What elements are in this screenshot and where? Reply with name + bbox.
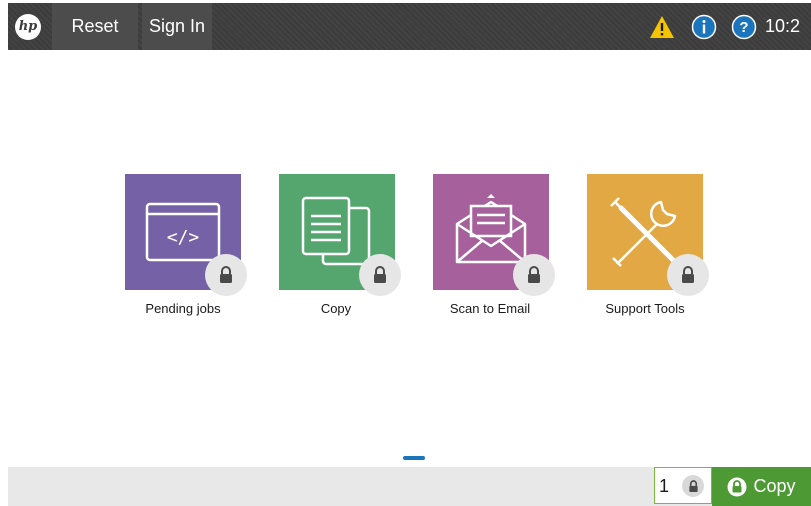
lock-icon xyxy=(682,475,704,497)
app-tile-pending-jobs[interactable]: </> xyxy=(125,174,247,296)
clock: 10:2 xyxy=(765,16,801,36)
svg-text:</>: </> xyxy=(167,227,200,248)
sign-in-button[interactable]: Sign In xyxy=(142,3,212,50)
lock-icon xyxy=(513,254,555,296)
app-tile-copy[interactable] xyxy=(279,174,401,296)
info-icon[interactable] xyxy=(691,14,717,40)
lock-icon xyxy=(727,477,747,496)
copies-count: 1 xyxy=(659,476,670,496)
lock-icon xyxy=(667,254,709,296)
warning-icon[interactable] xyxy=(649,14,675,40)
screen-bezel xyxy=(0,0,8,506)
app-tile-scan-to-email[interactable] xyxy=(433,174,555,296)
app-label-support-tools[interactable]: Support Tools xyxy=(570,301,720,316)
app-label-scan-to-email[interactable]: Scan to Email xyxy=(415,301,565,316)
app-label-copy[interactable]: Copy xyxy=(261,301,411,316)
copy-start-button[interactable]: Copy xyxy=(712,467,811,506)
app-tile-support-tools[interactable] xyxy=(587,174,709,296)
copies-quantity-field[interactable]: 1 xyxy=(654,467,712,504)
app-label-pending-jobs[interactable]: Pending jobs xyxy=(108,301,258,316)
reset-button[interactable]: Reset xyxy=(52,3,138,50)
svg-text:?: ? xyxy=(739,19,748,36)
hp-logo-text: hp xyxy=(15,13,41,40)
copy-button-label: Copy xyxy=(753,476,796,496)
help-icon[interactable]: ? xyxy=(731,14,757,40)
top-bar: hp Reset Sign In ? 10:2 xyxy=(8,3,811,50)
page-indicator[interactable] xyxy=(403,456,425,460)
lock-icon xyxy=(359,254,401,296)
hp-logo[interactable]: hp xyxy=(8,3,48,50)
lock-icon xyxy=(205,254,247,296)
